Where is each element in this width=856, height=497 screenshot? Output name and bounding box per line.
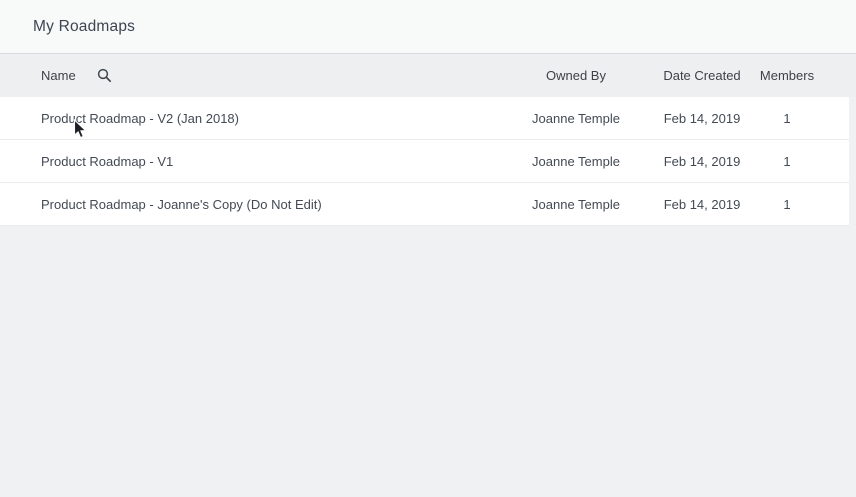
- roadmap-list: Product Roadmap - V2 (Jan 2018) Joanne T…: [0, 97, 856, 226]
- column-header-name[interactable]: Name: [0, 67, 496, 85]
- roadmap-members-count: 1: [748, 154, 826, 169]
- column-header-date-created[interactable]: Date Created: [656, 68, 748, 83]
- table-row[interactable]: Product Roadmap - V1 Joanne Temple Feb 1…: [0, 140, 856, 183]
- roadmap-date-created: Feb 14, 2019: [656, 111, 748, 126]
- roadmap-date-created: Feb 14, 2019: [656, 154, 748, 169]
- table-row[interactable]: Product Roadmap - V2 (Jan 2018) Joanne T…: [0, 97, 856, 140]
- roadmap-owner: Joanne Temple: [496, 154, 656, 169]
- roadmap-date-created: Feb 14, 2019: [656, 197, 748, 212]
- column-header-members[interactable]: Members: [748, 68, 826, 83]
- roadmap-name: Product Roadmap - V1: [0, 154, 496, 169]
- scrollbar-gutter: [849, 97, 856, 226]
- roadmap-name: Product Roadmap - Joanne's Copy (Do Not …: [0, 197, 496, 212]
- roadmap-owner: Joanne Temple: [496, 111, 656, 126]
- column-header-name-label: Name: [41, 68, 76, 83]
- table-row[interactable]: Product Roadmap - Joanne's Copy (Do Not …: [0, 183, 856, 226]
- search-icon[interactable]: [96, 67, 114, 85]
- roadmap-owner: Joanne Temple: [496, 197, 656, 212]
- page-header: My Roadmaps: [0, 0, 856, 54]
- table-column-header-row: Name Owned By Date Created Members: [0, 54, 856, 97]
- column-header-owned-by[interactable]: Owned By: [496, 68, 656, 83]
- page-title: My Roadmaps: [33, 18, 135, 36]
- roadmap-members-count: 1: [748, 111, 826, 126]
- roadmap-members-count: 1: [748, 197, 826, 212]
- roadmap-name: Product Roadmap - V2 (Jan 2018): [0, 111, 496, 126]
